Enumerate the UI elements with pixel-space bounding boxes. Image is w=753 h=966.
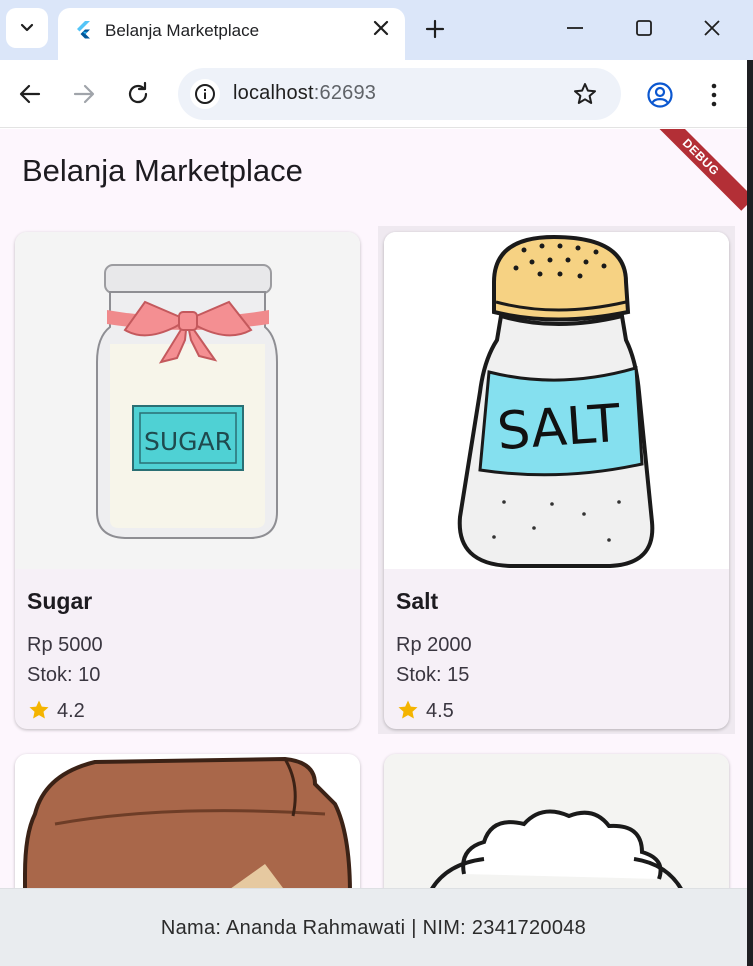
info-icon [195, 84, 215, 104]
sugar-jar-label: SUGAR [144, 427, 232, 456]
salt-shaker-label: SALT [495, 394, 622, 462]
browser-toolbar: localhost:62693 [0, 60, 753, 128]
product-image-sugar: SUGAR [15, 232, 360, 569]
chevron-down-icon [20, 23, 34, 32]
tab-search-button[interactable] [6, 8, 48, 48]
product-name: Sugar [27, 588, 93, 614]
close-window-icon[interactable] [700, 16, 724, 40]
close-tab-icon[interactable] [371, 18, 391, 38]
rating-star-icon [29, 700, 49, 719]
rating-star-icon [398, 700, 418, 719]
debug-label: DEBUG [679, 135, 723, 179]
back-icon[interactable] [16, 80, 44, 108]
bookmark-star-icon[interactable] [572, 81, 598, 107]
product-price: Rp 2000 [396, 634, 472, 656]
url-port: :62693 [313, 82, 377, 104]
maximize-icon[interactable] [632, 16, 656, 40]
browser-tab-bar: Belanja Marketplace [0, 0, 753, 60]
site-info-button[interactable] [190, 79, 220, 109]
product-stock: Stok: 15 [396, 664, 470, 686]
url-text: localhost:62693 [233, 82, 376, 105]
page-title: Belanja Marketplace [22, 153, 303, 188]
tab-title: Belanja Marketplace [105, 21, 260, 40]
app-page: Belanja Marketplace DEBUG SUGAR Sugar Rp… [0, 129, 747, 966]
minimize-icon[interactable] [563, 16, 587, 40]
url-host: localhost [233, 82, 314, 104]
salt-shaker-image: SALT [384, 232, 729, 569]
product-rating: 4.2 [57, 700, 85, 722]
footer-text: Nama: Ananda Rahmawati | NIM: 2341720048 [160, 917, 587, 939]
product-card-sugar[interactable]: SUGAR Sugar Rp 5000 Stok: 10 4.2 [15, 232, 360, 729]
address-bar[interactable]: localhost:62693 [178, 68, 621, 120]
product-rating: 4.5 [426, 700, 454, 722]
footer: Nama: Ananda Rahmawati | NIM: 2341720048 [0, 888, 747, 966]
product-name: Salt [396, 588, 439, 614]
product-card-salt[interactable]: SALT Salt Rp 2000 Stok: 15 4.5 [384, 232, 729, 729]
product-price: Rp 5000 [27, 634, 103, 656]
product-image-salt: SALT [384, 232, 729, 569]
editor-edge [747, 60, 753, 966]
flutter-icon [77, 21, 90, 39]
product-stock: Stok: 10 [27, 664, 101, 686]
new-tab-icon[interactable] [422, 16, 448, 42]
browser-tab-active[interactable]: Belanja Marketplace [58, 8, 405, 60]
more-menu-icon[interactable] [702, 81, 726, 109]
reload-icon[interactable] [124, 80, 152, 108]
forward-icon[interactable] [70, 80, 98, 108]
profile-icon[interactable] [646, 81, 674, 109]
sugar-jar-image: SUGAR [15, 232, 360, 569]
